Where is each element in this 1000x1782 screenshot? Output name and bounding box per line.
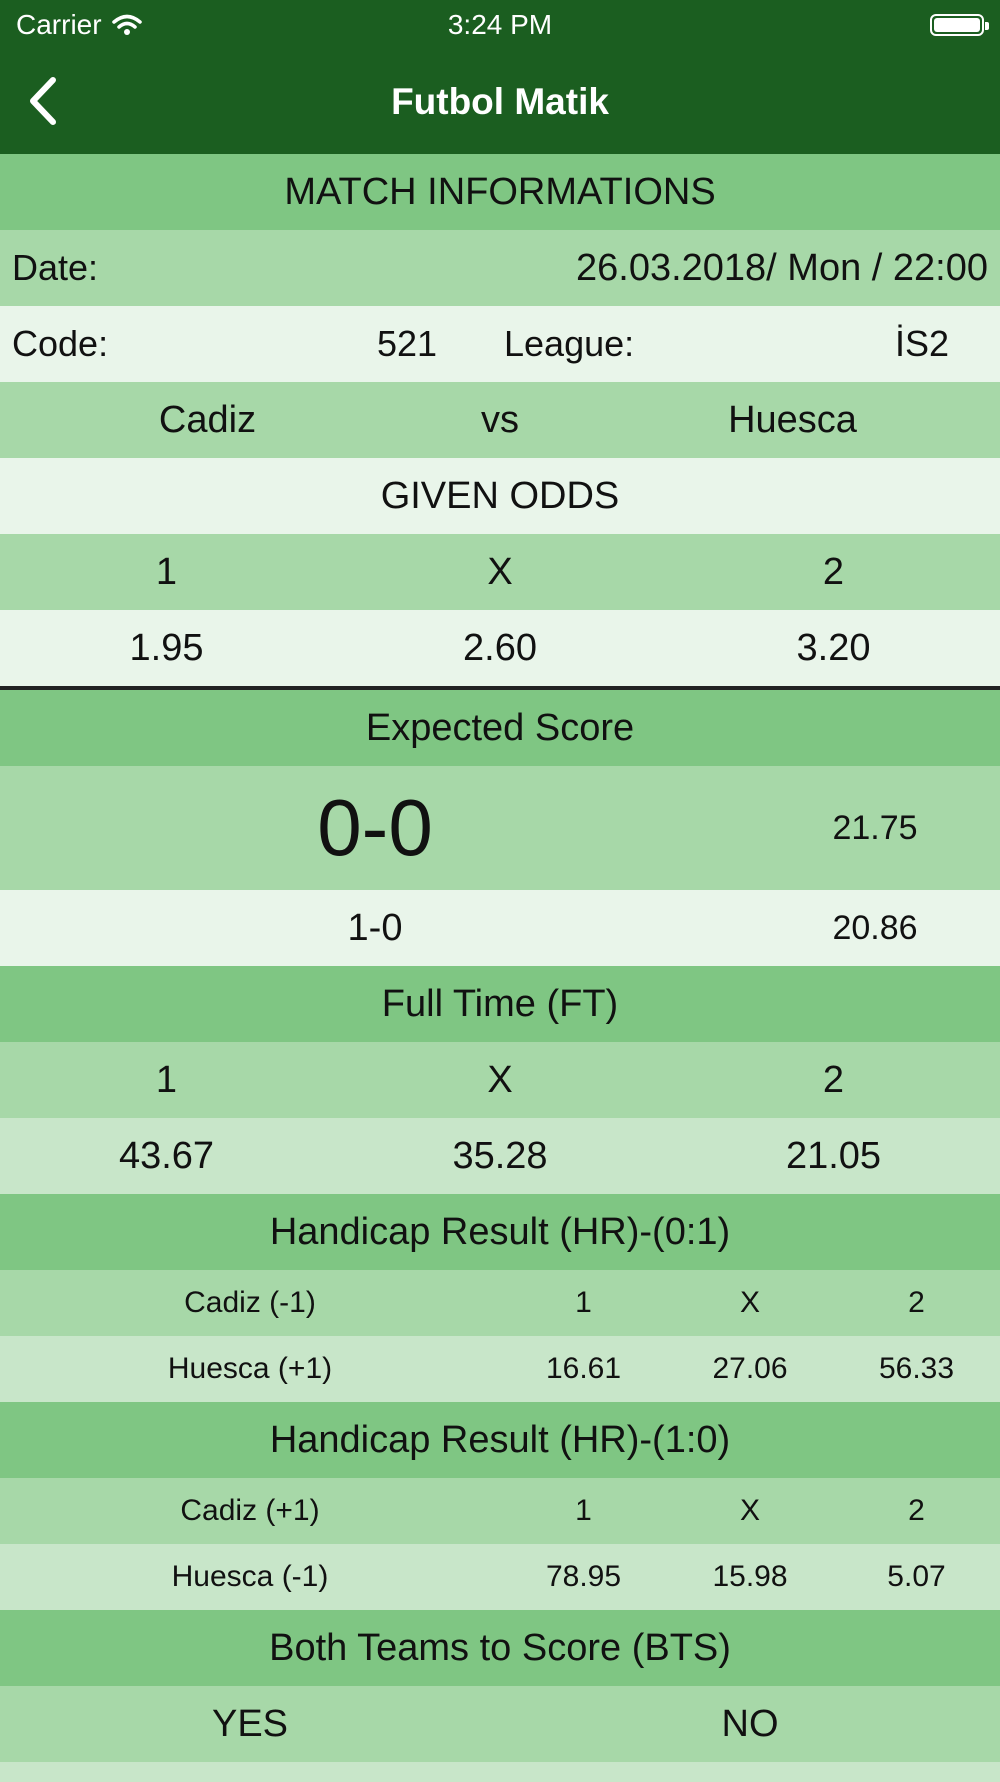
bts-title: Both Teams to Score (BTS): [269, 1626, 731, 1669]
carrier-label: Carrier: [16, 9, 102, 40]
handicap-10-value-home: 78.95: [545, 1560, 622, 1593]
status-right: [930, 14, 989, 36]
secondary-score-value: 20.86: [832, 908, 918, 947]
league-value: İS2: [894, 323, 950, 364]
given-odds-label-draw: X: [487, 550, 513, 593]
full-time-value-home: 43.67: [118, 1134, 215, 1177]
full-time-label-draw: X: [487, 1058, 513, 1101]
handicap-10-value-draw: 15.98: [712, 1560, 788, 1593]
handicap-10-row-1: Cadiz (+1) 1 X 2: [0, 1478, 1000, 1544]
handicap-01-label-draw: X: [739, 1286, 760, 1319]
full-time-header: Full Time (FT): [0, 966, 1000, 1042]
expected-score-title: Expected Score: [365, 706, 635, 749]
handicap-10-label-home: 1: [575, 1494, 592, 1527]
status-time: 3:24 PM: [447, 9, 553, 40]
vs-label: vs: [481, 398, 519, 441]
handicap-01-header: Handicap Result (HR)-(0:1): [0, 1194, 1000, 1270]
expected-score-secondary-row: 1-0 20.86: [0, 890, 1000, 966]
expected-score-header: Expected Score: [0, 690, 1000, 766]
given-odds-title: GIVEN ODDS: [380, 474, 620, 517]
bts-label-no: NO: [721, 1702, 779, 1745]
handicap-10-header: Handicap Result (HR)-(1:0): [0, 1402, 1000, 1478]
full-time-value-away: 21.05: [785, 1134, 882, 1177]
primary-score-value: 21.75: [832, 808, 918, 847]
bts-header: Both Teams to Score (BTS): [0, 1610, 1000, 1686]
handicap-01-value-away: 56.33: [878, 1352, 955, 1385]
handicap-10-team-away: Huesca (-1): [171, 1560, 329, 1593]
handicap-01-row-1: Cadiz (-1) 1 X 2: [0, 1270, 1000, 1336]
league-label: League:: [504, 323, 635, 364]
away-team: Huesca: [728, 398, 857, 441]
code-value: 521: [376, 323, 438, 364]
handicap-01-value-draw: 27.06: [712, 1352, 788, 1385]
wifi-icon: [111, 14, 142, 35]
handicap-01-row-2: Huesca (+1) 16.61 27.06 56.33: [0, 1336, 1000, 1402]
full-time-label-away: 2: [822, 1058, 845, 1101]
handicap-01-value-home: 16.61: [545, 1352, 622, 1385]
full-time-value-draw: 35.28: [452, 1134, 548, 1177]
back-button[interactable]: [18, 76, 68, 126]
nav-bar: Futbol Matik: [0, 50, 1000, 154]
given-odds-label-away: 2: [822, 550, 845, 593]
given-odds-header: GIVEN ODDS: [0, 458, 1000, 534]
given-odds-value-home: 1.95: [129, 626, 204, 669]
status-bar: Carrier 3:24 PM: [0, 0, 1000, 50]
handicap-10-team-home: Cadiz (+1): [180, 1494, 320, 1527]
handicap-01-title: Handicap Result (HR)-(0:1): [269, 1210, 731, 1253]
handicap-10-value-away: 5.07: [887, 1560, 946, 1593]
bts-label-yes: YES: [211, 1702, 289, 1745]
handicap-10-title: Handicap Result (HR)-(1:0): [269, 1418, 731, 1461]
primary-score: 0-0: [317, 783, 433, 872]
date-label: Date:: [12, 247, 99, 288]
battery-icon: [930, 14, 989, 36]
full-time-values-row: 43.67 35.28 21.05: [0, 1118, 1000, 1194]
teams-row: Cadiz vs Huesca: [0, 382, 1000, 458]
secondary-score: 1-0: [347, 906, 403, 949]
given-odds-value-away: 3.20: [796, 626, 871, 669]
bts-labels-row: YES NO: [0, 1686, 1000, 1762]
date-value: 26.03.2018/ Mon / 22:00: [576, 246, 988, 289]
handicap-01-team-away: Huesca (+1): [167, 1352, 333, 1385]
given-odds-labels-row: 1 X 2: [0, 534, 1000, 610]
home-team: Cadiz: [158, 398, 257, 441]
given-odds-values-row: 1.95 2.60 3.20: [0, 610, 1000, 686]
date-row: Date: 26.03.2018/ Mon / 22:00: [0, 230, 1000, 306]
code-label: Code:: [12, 323, 109, 364]
full-time-label-home: 1: [155, 1058, 178, 1101]
code-league-row: Code: 521 League: İS2: [0, 306, 1000, 382]
full-time-labels-row: 1 X 2: [0, 1042, 1000, 1118]
handicap-10-label-away: 2: [908, 1494, 925, 1527]
chevron-left-icon: [30, 77, 56, 125]
handicap-10-row-2: Huesca (-1) 78.95 15.98 5.07: [0, 1544, 1000, 1610]
given-odds-value-draw: 2.60: [463, 626, 537, 669]
status-left: Carrier: [16, 9, 142, 41]
handicap-01-team-home: Cadiz (-1): [184, 1286, 316, 1319]
handicap-01-label-home: 1: [575, 1286, 592, 1319]
given-odds-label-home: 1: [155, 550, 178, 593]
expected-score-primary-row: 0-0 21.75: [0, 766, 1000, 890]
handicap-10-label-draw: X: [739, 1494, 760, 1527]
bts-values-row-partial: [0, 1762, 1000, 1782]
full-time-title: Full Time (FT): [381, 982, 619, 1025]
handicap-01-label-away: 2: [908, 1286, 925, 1319]
page-title: Futbol Matik: [391, 81, 609, 122]
match-info-header: MATCH INFORMATIONS: [0, 154, 1000, 230]
match-info-title: MATCH INFORMATIONS: [284, 170, 716, 213]
